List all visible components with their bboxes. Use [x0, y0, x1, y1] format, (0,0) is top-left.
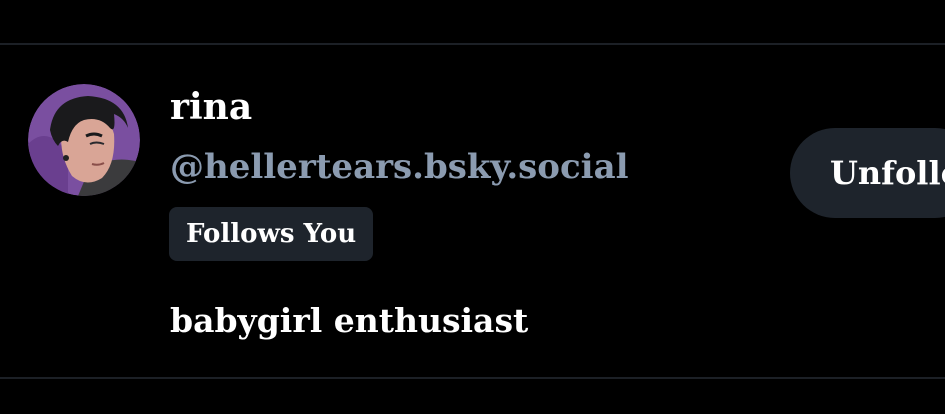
- profile-bio: babygirl enthusiast: [170, 301, 529, 340]
- bottom-divider: [0, 377, 945, 379]
- follows-you-badge: Follows You: [169, 207, 374, 261]
- avatar-illustration-icon: [28, 84, 140, 196]
- unfollow-button[interactable]: Unfollow: [790, 128, 945, 218]
- profile-list-item[interactable]: rina @hellertears.bsky.social Follows Yo…: [0, 0, 945, 414]
- top-divider: [0, 43, 945, 45]
- display-name[interactable]: rina: [170, 84, 252, 130]
- avatar[interactable]: [28, 84, 140, 196]
- profile-handle: @hellertears.bsky.social: [170, 147, 629, 187]
